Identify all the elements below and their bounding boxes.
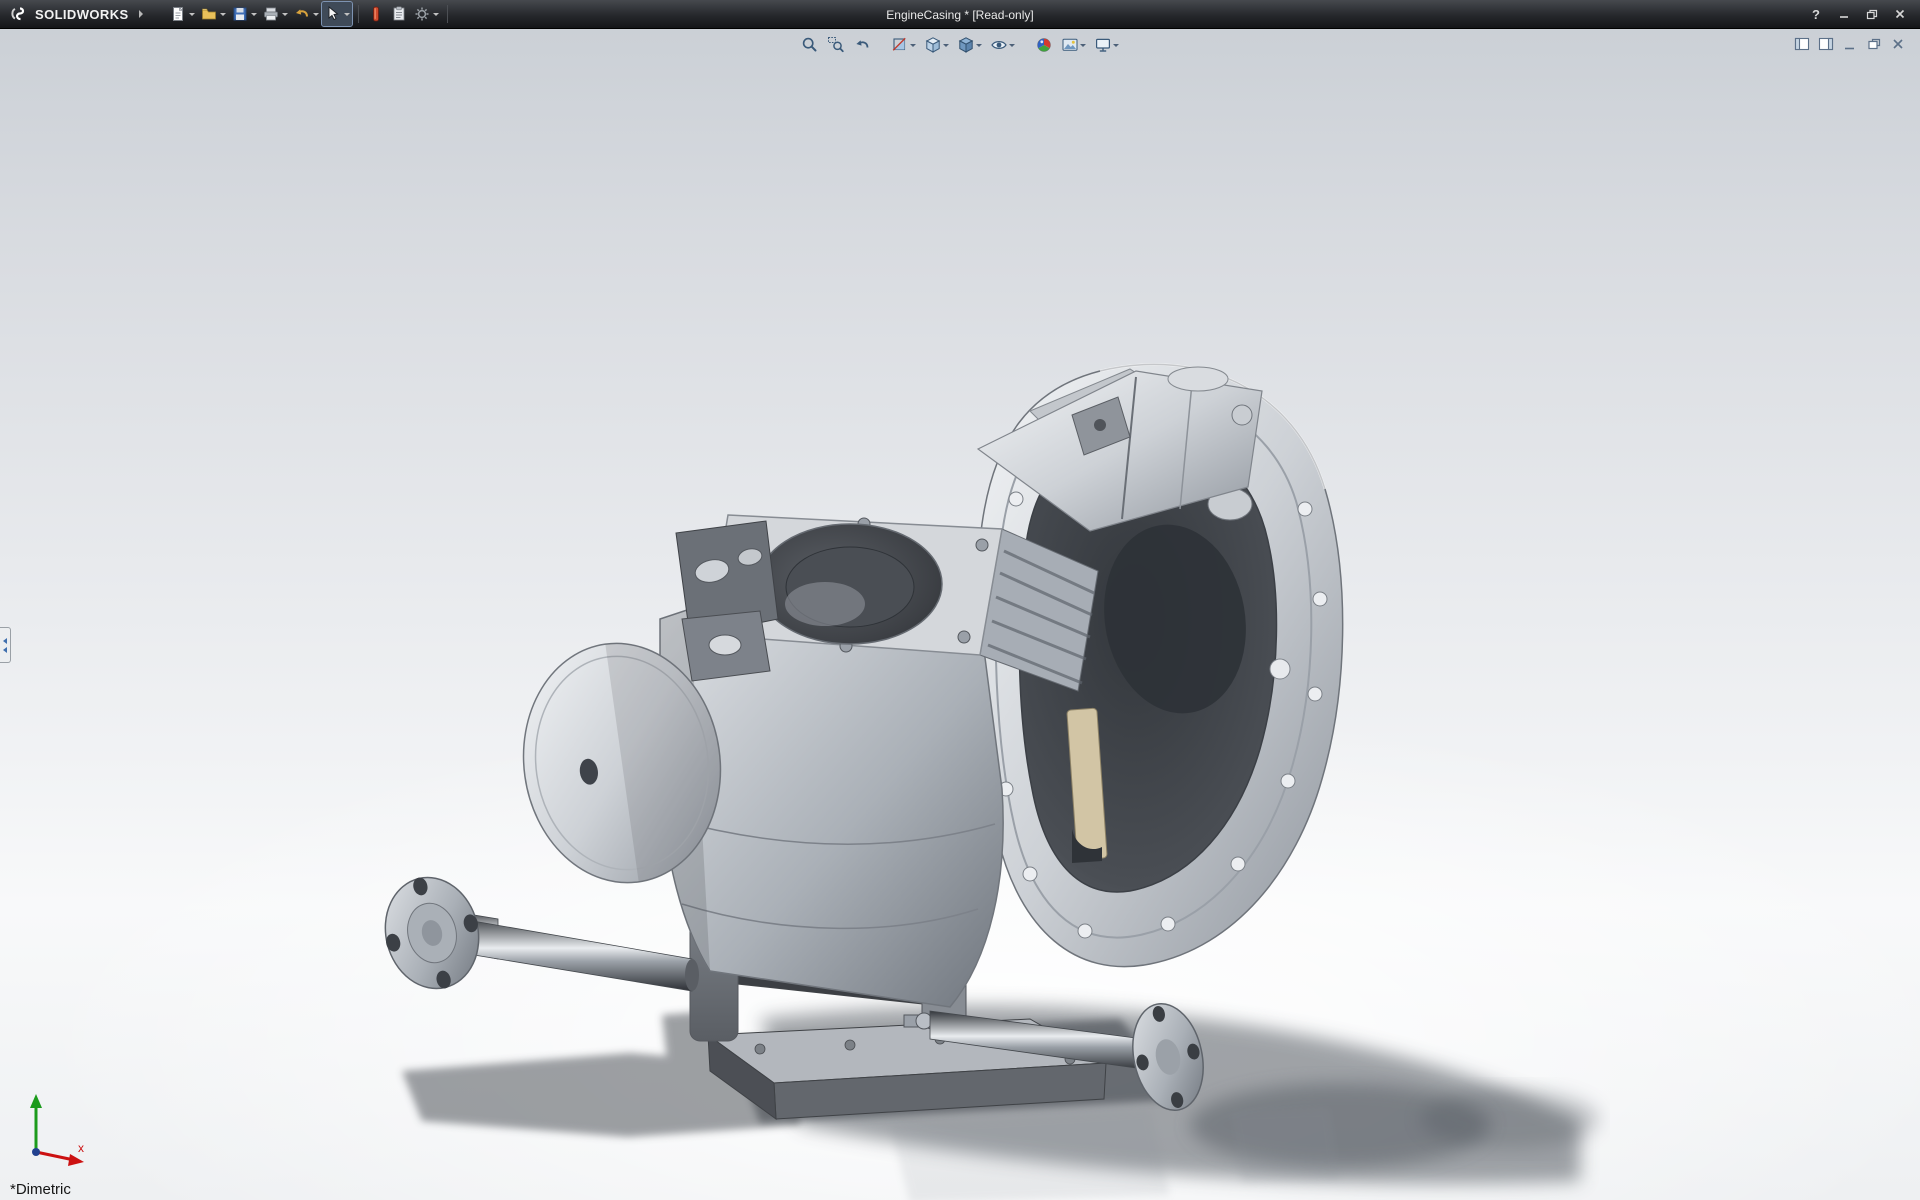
new-document-icon: [172, 6, 183, 21]
appearance-icon: [372, 6, 379, 22]
dropdown-caret[interactable]: [976, 43, 982, 47]
dropdown-caret[interactable]: [910, 43, 916, 47]
dropdown-caret[interactable]: [219, 12, 226, 16]
zoom-to-area-button[interactable]: [824, 34, 848, 56]
main-toolbar: [167, 1, 453, 27]
view-orientation-button[interactable]: [921, 34, 952, 56]
section-view-button[interactable]: [888, 34, 919, 56]
minimize-icon: [1845, 47, 1854, 50]
save-icon: [233, 7, 247, 21]
select-button[interactable]: [320, 1, 353, 27]
engine-casing-model[interactable]: [330, 319, 1610, 1200]
pane-right-button[interactable]: [1816, 35, 1836, 53]
restore-icon: [1868, 38, 1881, 50]
apply-scene-button[interactable]: [1058, 34, 1089, 56]
options-gear-icon: [415, 7, 429, 21]
graphics-area[interactable]: x *Dimetric: [0, 29, 1920, 1200]
orientation-triad[interactable]: x: [16, 1086, 100, 1170]
triad-x-label: x: [78, 1141, 84, 1155]
apply-scene-icon: [1062, 38, 1078, 51]
left-shaft[interactable]: [373, 866, 699, 999]
undo-icon: [295, 9, 308, 17]
help-button[interactable]: ?: [1804, 5, 1828, 23]
dropdown-caret[interactable]: [188, 12, 195, 16]
window-controls: ?: [1804, 5, 1920, 23]
dropdown-caret[interactable]: [1080, 43, 1086, 47]
close-button[interactable]: [1888, 5, 1912, 23]
view-orientation-cube-icon: [925, 37, 941, 53]
heads-up-view-toolbar: [798, 34, 1122, 56]
dropdown-caret[interactable]: [432, 12, 439, 16]
zoom-to-fit-icon: [802, 37, 817, 52]
title-bar: SOLIDWORKS EngineCasing * [Read-only] ?: [0, 0, 1920, 29]
expand-left-arrow-icon: [3, 646, 7, 653]
close-icon: [1893, 39, 1903, 49]
save-button[interactable]: [229, 2, 259, 26]
file-properties-icon: [393, 6, 404, 21]
menu-expand-caret[interactable]: [138, 10, 143, 18]
view-settings-button[interactable]: [1091, 34, 1122, 56]
dropdown-caret[interactable]: [1009, 43, 1015, 47]
pane-left-button[interactable]: [1792, 35, 1812, 53]
print-button[interactable]: [260, 2, 290, 26]
appearance-button[interactable]: [365, 2, 387, 26]
eye-icon: [991, 41, 1007, 49]
document-minimize-button[interactable]: [1840, 35, 1860, 53]
zoom-to-area-icon: [828, 37, 844, 53]
document-window-controls: [1792, 35, 1908, 53]
expand-left-arrow-icon: [3, 637, 7, 644]
maximize-button[interactable]: [1860, 5, 1884, 23]
close-icon: [1895, 9, 1905, 19]
document-restore-button[interactable]: [1864, 35, 1884, 53]
left-flange[interactable]: [373, 866, 492, 999]
pane-left-icon: [1794, 37, 1810, 51]
minimize-icon: [1840, 16, 1848, 18]
open-button[interactable]: [198, 2, 228, 26]
appearance-sphere-icon: [1037, 38, 1051, 52]
dropdown-caret[interactable]: [281, 12, 288, 16]
dropdown-caret[interactable]: [250, 12, 257, 16]
display-style-icon: [958, 37, 974, 53]
dropdown-caret[interactable]: [943, 43, 949, 47]
restore-icon: [1866, 9, 1878, 20]
solidworks-window: SOLIDWORKS EngineCasing * [Read-only] ? …: [0, 0, 1920, 1200]
pane-right-icon: [1818, 37, 1834, 51]
dropdown-caret[interactable]: [343, 12, 350, 16]
document-title: EngineCasing * [Read-only]: [886, 7, 1034, 22]
print-icon: [263, 7, 278, 21]
dropdown-caret[interactable]: [1113, 43, 1119, 47]
toolbar-separator: [446, 5, 448, 23]
edit-appearance-button[interactable]: [1032, 34, 1056, 56]
select-arrow-icon: [328, 6, 339, 21]
dropdown-caret[interactable]: [312, 12, 319, 16]
section-view-icon: [892, 37, 906, 51]
new-document-button[interactable]: [167, 2, 197, 26]
document-close-button[interactable]: [1888, 35, 1908, 53]
zoom-to-fit-button[interactable]: [798, 34, 822, 56]
solidworks-logo: SOLIDWORKS: [0, 6, 129, 22]
previous-view-icon: [856, 40, 869, 48]
undo-button[interactable]: [291, 2, 321, 26]
options-button[interactable]: [411, 2, 441, 26]
open-icon: [201, 8, 216, 20]
brand-name: SOLIDWORKS: [35, 6, 129, 22]
minimize-button[interactable]: [1832, 5, 1856, 23]
display-style-button[interactable]: [954, 34, 985, 56]
file-properties-button[interactable]: [388, 2, 410, 26]
orientation-label: *Dimetric: [10, 1181, 71, 1198]
solidworks-logo-icon: [11, 7, 25, 21]
hide-show-items-button[interactable]: [987, 34, 1018, 56]
floor-reflection: [890, 1107, 1340, 1200]
feature-manager-collapsed-tab[interactable]: [0, 627, 11, 663]
toolbar-separator: [357, 5, 359, 23]
mount-lugs[interactable]: [675, 520, 779, 682]
view-settings-monitor-icon: [1095, 38, 1111, 52]
previous-view-button[interactable]: [850, 34, 874, 56]
